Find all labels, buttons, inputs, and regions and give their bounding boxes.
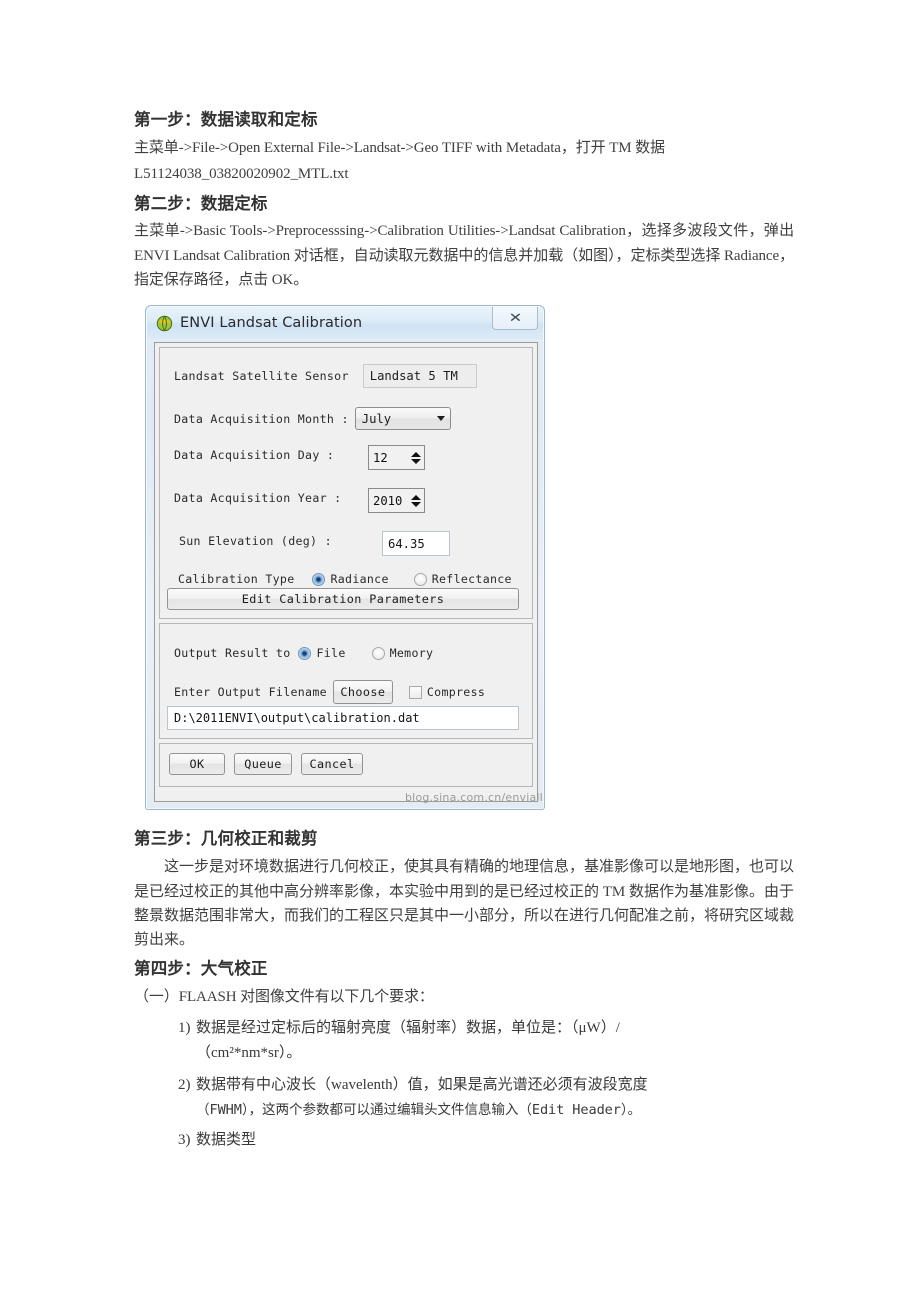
dialog-titlebar[interactable]: ENVI Landsat Calibration ✕ <box>147 307 543 339</box>
radio-radiance[interactable]: Radiance <box>312 572 388 586</box>
output-result-row: Output Result to File Memory <box>174 646 433 660</box>
list-item-number: 2) <box>178 1077 191 1094</box>
year-row: Data Acquisition Year : <box>174 491 341 505</box>
paragraph-step-1-line-1: 主菜单->File->Open External File->Landsat->… <box>134 139 665 156</box>
radio-output-file-indicator[interactable] <box>298 646 312 660</box>
requirements-list: 1) 数据是经过定标后的辐射亮度（辐射率）数据，单位是：（μW）/ （cm²*n… <box>134 1016 794 1155</box>
radio-output-file[interactable]: File <box>298 646 345 660</box>
sensor-value: Landsat 5 TM <box>369 369 458 383</box>
document-page: 第一步：数据读取和定标 主菜单->File->Open External Fil… <box>0 0 920 1302</box>
chevron-down-icon <box>436 416 445 421</box>
list-item-number: 3) <box>178 1132 191 1149</box>
list-item-body: 数据带有中心波长（wavelenth）值，如果是高光谱还必须有波段宽度 （FWH… <box>196 1073 794 1122</box>
paragraph-step-2: 主菜单->Basic Tools->Preprocesssing->Calibr… <box>134 223 794 289</box>
list-item-continuation: （FWHM），这两个参数都可以通过编辑头文件信息输入（Edit Header）。 <box>196 1102 642 1119</box>
heading-step-4: 第四步：大气校正 <box>134 959 268 979</box>
envi-landsat-calibration-dialog[interactable]: ENVI Landsat Calibration ✕ Landsat Satel… <box>145 305 545 810</box>
watermark-text: blog.sina.com.cn/enviall <box>405 791 543 804</box>
year-label: Data Acquisition Year : <box>174 491 342 505</box>
compress-label: Compress <box>426 685 486 699</box>
cancel-button[interactable]: Cancel <box>301 753 363 775</box>
radio-output-memory[interactable]: Memory <box>371 646 434 660</box>
list-item-body: 数据是经过定标后的辐射亮度（辐射率）数据，单位是：（μW）/ （cm²*nm*s… <box>196 1016 794 1068</box>
button-row: OK Queue Cancel <box>169 753 363 775</box>
radio-reflectance-indicator[interactable] <box>413 572 427 586</box>
arrow-down-icon[interactable] <box>410 458 421 464</box>
radio-reflectance[interactable]: Reflectance <box>413 572 512 586</box>
choose-button[interactable]: Choose <box>332 680 393 704</box>
list-item: 3) 数据类型 <box>134 1128 794 1154</box>
arrow-down-icon[interactable] <box>410 501 421 507</box>
edit-calibration-parameters-button[interactable]: Edit Calibration Parameters <box>167 588 519 610</box>
queue-button[interactable]: Queue <box>234 753 292 775</box>
list-item-number: 1) <box>178 1019 191 1036</box>
compress-checkbox-group[interactable]: Compress <box>408 685 486 699</box>
envi-globe-icon <box>156 315 173 331</box>
month-label: Data Acquisition Month : <box>174 411 349 426</box>
year-stepper-arrows[interactable] <box>407 489 424 512</box>
list-item-text: 数据带有中心波长（wavelenth）值，如果是高光谱还必须有波段宽度 <box>196 1077 648 1094</box>
day-label: Data Acquisition Day : <box>174 448 335 462</box>
arrow-up-icon[interactable] <box>410 494 421 500</box>
radio-output-memory-label: Memory <box>389 646 434 660</box>
heading-step-3: 第三步：几何校正和裁剪 <box>134 829 318 849</box>
paragraph-step-4: （一）FLAASH 对图像文件有以下几个要求： <box>134 989 434 1006</box>
year-value: 2010 <box>369 489 407 512</box>
list-item: 1) 数据是经过定标后的辐射亮度（辐射率）数据，单位是：（μW）/ （cm²*n… <box>134 1016 794 1068</box>
output-result-label: Output Result to <box>174 646 291 660</box>
list-item-continuation: （cm²*nm*sr）。 <box>196 1045 302 1062</box>
month-value: July <box>361 411 392 426</box>
radio-output-memory-indicator[interactable] <box>371 646 385 660</box>
sensor-label: Landsat Satellite Sensor <box>174 369 349 383</box>
day-stepper-arrows[interactable] <box>407 446 424 469</box>
radio-output-file-label: File <box>316 646 346 660</box>
dialog-frame: ENVI Landsat Calibration ✕ Landsat Satel… <box>145 305 545 810</box>
radio-reflectance-label: Reflectance <box>431 572 512 586</box>
compress-checkbox[interactable] <box>408 685 422 699</box>
radio-radiance-indicator[interactable] <box>312 572 326 586</box>
list-item-body: 数据类型 <box>196 1128 794 1154</box>
close-button[interactable]: ✕ <box>492 307 538 330</box>
parameters-panel: Landsat Satellite Sensor Landsat 5 TM Da… <box>159 347 533 619</box>
dialog-title: ENVI Landsat Calibration <box>180 315 363 331</box>
list-item: 2) 数据带有中心波长（wavelenth）值，如果是高光谱还必须有波段宽度 （… <box>134 1073 794 1122</box>
month-dropdown[interactable]: July <box>354 407 451 430</box>
heading-step-2: 第二步：数据定标 <box>134 193 268 213</box>
list-item-text: 数据类型 <box>196 1132 257 1149</box>
dialog-client-area: Landsat Satellite Sensor Landsat 5 TM Da… <box>154 342 538 802</box>
day-value: 12 <box>369 446 407 469</box>
sun-elevation-input[interactable]: 64.35 <box>382 531 450 556</box>
output-path-input[interactable]: D:\2011ENVI\output\calibration.dat <box>167 706 519 730</box>
list-item-text: 数据是经过定标后的辐射亮度（辐射率）数据，单位是：（μW）/ <box>196 1019 620 1036</box>
arrow-up-icon[interactable] <box>410 451 421 457</box>
day-row: Data Acquisition Day : <box>174 448 334 462</box>
radio-radiance-label: Radiance <box>330 572 389 586</box>
sensor-row: Landsat Satellite Sensor Landsat 5 TM <box>174 364 477 388</box>
output-panel: Output Result to File Memory Enter Outpu… <box>159 623 533 739</box>
paragraph-step-3: 这一步是对环境数据进行几何校正，使其具有精确的地理信息，基准影像可以是地形图，也… <box>134 859 795 949</box>
day-stepper[interactable]: 12 <box>368 445 425 470</box>
year-stepper[interactable]: 2010 <box>368 488 425 513</box>
sensor-value-field: Landsat 5 TM <box>362 364 477 388</box>
calibration-type-row: Calibration Type Radiance Reflectance <box>178 572 512 586</box>
month-row: Data Acquisition Month : July <box>174 407 451 430</box>
sun-elevation-label: Sun Elevation (deg) : <box>179 534 332 548</box>
filename-row: Enter Output Filename Choose Compress <box>174 680 485 704</box>
heading-step-1: 第一步：数据读取和定标 <box>134 110 318 129</box>
sun-elevation-row: Sun Elevation (deg) : <box>179 534 332 548</box>
ok-button[interactable]: OK <box>169 753 225 775</box>
close-icon: ✕ <box>508 310 522 326</box>
calibration-type-label: Calibration Type <box>178 572 295 586</box>
paragraph-step-1-line-2: L51124038_03820020902_MTL.txt <box>134 166 349 183</box>
action-buttons-panel: OK Queue Cancel <box>159 743 533 787</box>
sun-elevation-value: 64.35 <box>388 536 425 551</box>
filename-label: Enter Output Filename <box>174 685 327 699</box>
output-path-value: D:\2011ENVI\output\calibration.dat <box>174 711 420 725</box>
